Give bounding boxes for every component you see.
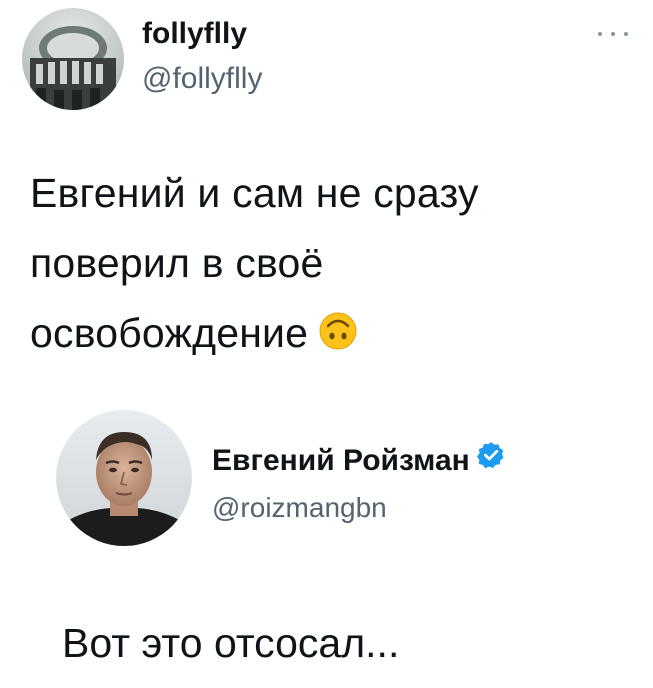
man-portrait-avatar-icon xyxy=(56,410,192,546)
round-building-avatar-icon xyxy=(22,8,124,110)
upside-down-face-emoji-icon xyxy=(318,302,358,372)
more-dot xyxy=(624,32,628,36)
author-avatar[interactable] xyxy=(22,8,124,110)
more-dot xyxy=(611,32,615,36)
quoted-author-avatar[interactable] xyxy=(56,410,192,546)
more-dot xyxy=(598,32,602,36)
author-display-name[interactable]: follyflly xyxy=(142,14,247,54)
verified-badge-icon xyxy=(476,440,506,481)
more-options-icon[interactable] xyxy=(598,28,628,40)
quoted-author-handle[interactable]: @roizmangbn xyxy=(212,490,387,526)
quoted-author-name-row[interactable]: Евгений Ройзман xyxy=(212,440,506,481)
tweet-text-block: Евгений и сам не сразу поверил в своё ос… xyxy=(30,158,620,372)
quoted-tweet-text: Вот это отсосал... xyxy=(62,620,400,666)
author-handle[interactable]: @follyflly xyxy=(142,60,262,98)
quoted-author-display-name[interactable]: Евгений Ройзман xyxy=(212,441,470,481)
tweet-text: Евгений и сам не сразу поверил в своё ос… xyxy=(30,170,479,356)
